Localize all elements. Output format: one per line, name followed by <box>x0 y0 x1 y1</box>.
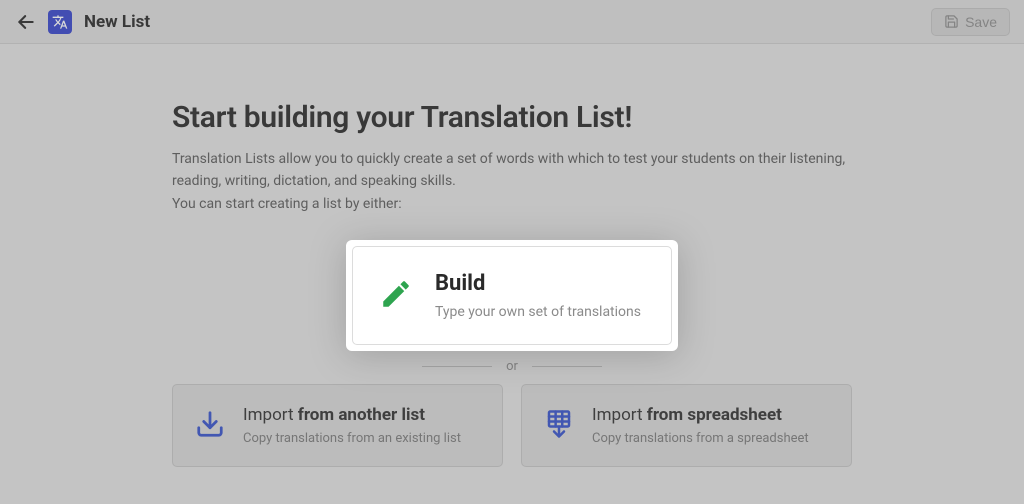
import-options-row: Import from another list Copy translatio… <box>172 384 852 467</box>
or-label: or <box>506 359 518 374</box>
build-title: Build <box>435 271 641 296</box>
top-bar: New List Save <box>0 0 1024 44</box>
content-area: Start building your Translation List! Tr… <box>172 100 852 467</box>
or-divider: or <box>172 359 852 374</box>
save-button-label: Save <box>965 14 997 30</box>
build-card-wrap: Build Type your own set of translations <box>352 246 672 345</box>
page-title: New List <box>84 12 150 32</box>
import-from-list-title: Import from another list <box>243 405 461 425</box>
pencil-icon <box>379 277 413 311</box>
divider-line-left <box>422 366 492 367</box>
save-icon <box>944 14 959 29</box>
save-button[interactable]: Save <box>931 8 1010 36</box>
import-from-list-card[interactable]: Import from another list Copy translatio… <box>172 384 503 467</box>
import-from-spreadsheet-title: Import from spreadsheet <box>592 405 809 425</box>
description-line-2: You can start creating a list by either: <box>172 194 852 216</box>
spreadsheet-download-icon <box>544 409 574 439</box>
translate-icon <box>52 14 68 30</box>
divider-line-right <box>532 366 602 367</box>
import-from-spreadsheet-description: Copy translations from a spreadsheet <box>592 431 809 446</box>
import-from-list-description: Copy translations from an existing list <box>243 431 461 446</box>
heading: Start building your Translation List! <box>172 100 852 135</box>
back-button[interactable] <box>14 10 38 34</box>
translate-app-icon <box>48 10 72 34</box>
import-from-spreadsheet-card[interactable]: Import from spreadsheet Copy translation… <box>521 384 852 467</box>
download-icon <box>195 409 225 439</box>
build-description: Type your own set of translations <box>435 304 641 320</box>
build-card[interactable]: Build Type your own set of translations <box>352 246 672 345</box>
arrow-left-icon <box>16 12 36 32</box>
description-line-1: Translation Lists allow you to quickly c… <box>172 149 852 192</box>
